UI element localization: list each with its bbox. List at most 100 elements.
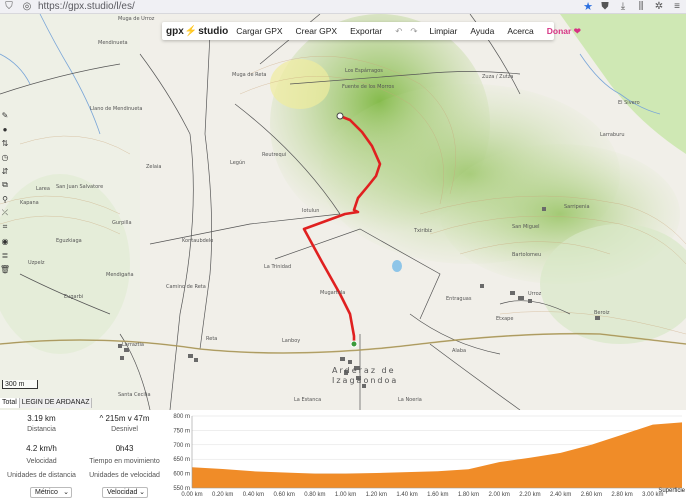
map-label: Reutrequi [262,152,287,158]
reverse-icon[interactable]: ⇅ [0,136,10,150]
visibility-icon[interactable]: ◉ [0,234,10,248]
speed-value: 4.2 km/h [26,444,57,453]
y-tick-label: 750 m [173,428,190,434]
map-label: Muga de Urroz [118,16,155,22]
redo-icon[interactable]: ↷ [410,26,417,37]
x-tick-label: 2.60 km [581,492,602,498]
elevation-chart-svg: 800 m750 m700 m650 m600 m550 m0.00 km 0.2… [173,414,685,498]
map-canvas[interactable]: Muga de Urroz Mendinueta Muga de Reta Lo… [0,14,686,410]
edit-pencil-icon[interactable]: ✎ [0,108,10,122]
extensions-icon[interactable]: ✲ [650,1,668,12]
map-label: Kontaubdelo [182,238,214,244]
export-button[interactable]: Exportar [350,26,382,36]
map-label: Eugarbi [64,294,84,300]
map-label: Uzpelz [28,260,45,266]
tab-total[interactable]: Total [0,398,20,408]
map-label: San Juan Salvatore [56,184,104,190]
x-tick-label: 2.80 km [611,492,632,498]
town-label: Izagaondoa [332,376,399,385]
distance-units-label: Unidades de distancia [7,472,76,479]
menu-icon[interactable]: ≡ [668,1,686,12]
side-toolbar: ✎ ● ⇅ ◷ ⇵ ⧉ ⚲ ⤫ ⌗ ◉ ≣ 🗑 [0,108,10,276]
map-label: Legún [230,160,246,166]
x-tick-label: 2.40 km [550,492,571,498]
elevation-chart[interactable]: 800 m 750 m 700 m 650 m 600 m 550 m 0.00 km 0.2… [166,410,686,500]
load-gpx-button[interactable]: Cargar GPX [236,26,282,36]
town-label: Arderaz de [332,366,396,375]
y-tick-label: 800 m [173,414,190,420]
undo-icon[interactable]: ↶ [395,26,402,37]
chevron-down-icon: ⌄ [139,489,145,496]
map-label: San Miguel [512,224,540,230]
color-drop-icon[interactable]: ● [0,122,10,136]
waypoint-icon[interactable]: ⚲ [0,192,10,206]
pocket-icon[interactable]: ⛊ [596,1,614,12]
map-label: Iotulun [302,208,320,214]
map-label: Txiribiz [414,228,433,234]
filter-icon[interactable]: ⇵ [0,164,10,178]
map-label: Eguzkiaga [56,238,82,244]
map-scale: 300 m [2,380,38,389]
map-label: Llano de Mendinueta [90,106,143,112]
map-label: Zelaia [146,164,162,170]
speed-units-label: Unidades de velocidad [89,472,160,479]
elevation-value: ^ 215m v 47m [99,414,150,423]
x-axis-label: Superficie [658,488,685,494]
moving-time-value: 0h43 [115,444,134,453]
clear-button[interactable]: Limpiar [429,26,457,36]
speed-label: Velocidad [26,458,57,465]
map-label: Bartolomeu [512,252,542,258]
map-label: Larraburu [600,132,625,138]
map-label: Mendigaña [106,272,134,278]
map-svg [0,14,686,410]
donate-button[interactable]: Donar ❤ [547,26,581,37]
map-label: Alaba [452,348,467,354]
x-tick-label: 1.00 km [335,492,356,498]
x-tick-label: 1.80 km [458,492,479,498]
time-icon[interactable]: ◷ [0,150,10,164]
map-label: Larraztia [122,342,144,348]
y-tick-label: 650 m [173,457,190,463]
distance-label: Distancia [27,426,56,433]
heart-icon: ❤ [573,25,581,36]
map-label: Etxape [496,316,514,322]
site-info-icon[interactable]: ◎ [18,1,36,12]
duplicate-icon[interactable]: ⧉ [0,178,10,192]
map-label: La Estanca [294,397,322,403]
map-label: Los Espárragos [345,68,383,74]
address-bar[interactable]: https://gpx.studio/l/es/ [38,1,580,12]
split-icon[interactable]: ⤫ [0,206,10,220]
elevation-label: Desnivel [111,426,138,433]
tab-track[interactable]: LEGIN DE ARDANAZ [19,398,93,408]
browser-toolbar: ⛉ ◎ https://gpx.studio/l/es/ ★ ⛊ ⤓ ⫼ ✲ ≡ [0,0,686,14]
distance-units-select[interactable]: Métrico ⌄ [30,487,72,498]
map-label: Urroz [528,291,542,297]
bookmark-star-icon[interactable]: ★ [580,0,596,13]
create-gpx-button[interactable]: Crear GPX [296,26,338,36]
map-label: La Noeria [398,397,422,403]
help-button[interactable]: Ayuda [470,26,494,36]
x-tick-label: 0.20 km [212,492,233,498]
gpx-studio-logo[interactable]: gpx ⚡ studio [166,26,228,37]
speed-units-select[interactable]: Velocidad ⌄ [102,487,148,498]
map-label: Camino de Reta [166,284,206,290]
map-label: El Sivero [618,100,640,106]
map-label: Lanboy [282,338,301,344]
x-tick-label: 2.00 km [489,492,510,498]
bolt-icon: ⚡ [184,25,198,37]
shield-icon[interactable]: ⛉ [0,1,18,12]
app-toolbar: gpx ⚡ studio Cargar GPX Crear GPX Exportar… [162,22,581,40]
map-label: Fuente de los Morros [342,84,395,90]
track-tabs: Total LEGIN DE ARDANAZ [0,398,93,408]
map-label: Mendinueta [98,40,128,46]
map-label: Santa Cecilia [118,392,151,398]
about-button[interactable]: Acerca [507,26,533,36]
map-label: Larea [36,186,50,192]
map-label: Muga de Reta [232,72,267,78]
library-icon[interactable]: ⫼ [632,1,650,12]
crop-icon[interactable]: ⌗ [0,220,10,234]
layers-icon[interactable]: ≣ [0,248,10,262]
x-tick-label: 1.60 km [427,492,448,498]
delete-icon[interactable]: 🗑 [0,262,10,276]
downloads-icon[interactable]: ⤓ [614,1,632,12]
